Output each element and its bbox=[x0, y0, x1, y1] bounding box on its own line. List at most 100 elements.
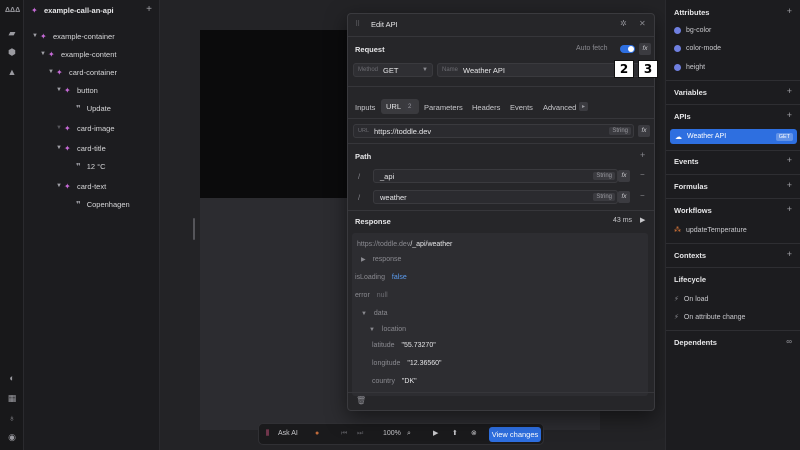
tree-item-card-image[interactable]: ▼ ✦ card-image bbox=[56, 121, 115, 135]
component-icon: ✦ bbox=[56, 67, 63, 77]
zoom-level[interactable]: 100% bbox=[383, 429, 401, 439]
toggle-knob bbox=[628, 46, 634, 52]
add-variable-icon[interactable]: + bbox=[787, 86, 792, 96]
location-node[interactable]: ▼ location bbox=[369, 326, 406, 333]
add-formula-icon[interactable]: + bbox=[787, 180, 792, 190]
attributes-title: Attributes bbox=[674, 8, 710, 17]
workflows-title: Workflows bbox=[674, 206, 712, 215]
undo-icon[interactable]: ⏮ bbox=[341, 429, 347, 439]
add-icon[interactable]: + bbox=[146, 4, 152, 15]
attribute-item[interactable]: color-mode bbox=[674, 45, 721, 52]
play-icon[interactable]: ▶ bbox=[640, 216, 645, 224]
view-changes-button[interactable]: View changes bbox=[489, 427, 541, 442]
remove-path-icon[interactable]: − bbox=[640, 191, 645, 200]
lifecycle-item-onload[interactable]: ⚡ On load bbox=[674, 295, 708, 304]
longitude-node: longitude "12.36560" bbox=[372, 360, 442, 367]
api-item-weather[interactable]: ☁ Weather API GET bbox=[670, 129, 797, 144]
caret-down-icon: ▼ bbox=[361, 311, 367, 317]
response-node[interactable]: ▶ response bbox=[361, 256, 401, 263]
debug-icon[interactable]: ✲ bbox=[620, 19, 627, 28]
palette-icon[interactable]: ◐ bbox=[7, 373, 17, 383]
caret-down-icon[interactable]: ▼ bbox=[56, 125, 64, 131]
tree-item-card-container[interactable]: ▼ ✦ card-container bbox=[48, 65, 117, 79]
attribute-item[interactable]: bg-color bbox=[674, 27, 711, 34]
package-icon[interactable]: ⬢ bbox=[7, 47, 17, 57]
close-icon[interactable]: ✕ bbox=[639, 19, 646, 28]
add-context-icon[interactable]: + bbox=[787, 249, 792, 259]
play-icon[interactable]: ▶ bbox=[433, 429, 438, 439]
workflow-item[interactable]: ⁂ updateTemperature bbox=[674, 226, 747, 235]
formulas-title: Formulas bbox=[674, 182, 708, 191]
tree-item-text-update[interactable]: ❞ Update bbox=[76, 101, 111, 115]
path-segment-field[interactable]: weather String bbox=[373, 190, 618, 204]
tab-url[interactable]: URL 2 bbox=[381, 99, 420, 114]
redo-icon[interactable]: ⏭ bbox=[357, 429, 363, 439]
divider bbox=[348, 118, 654, 119]
method-select[interactable]: Method GET ▼ bbox=[353, 63, 433, 77]
component-icon: ✦ bbox=[64, 123, 71, 133]
caret-right-icon[interactable]: ▸ bbox=[579, 102, 589, 111]
caret-down-icon[interactable]: ▼ bbox=[56, 145, 64, 151]
project-name[interactable]: example-call-an-api bbox=[44, 6, 114, 15]
folder-icon[interactable]: ▰ bbox=[7, 28, 17, 38]
path-segment-field[interactable]: _api String bbox=[373, 169, 618, 183]
upload-icon[interactable]: ⬆ bbox=[452, 429, 458, 439]
url-formula-button[interactable]: fx bbox=[638, 125, 650, 137]
help-icon[interactable]: ◉ bbox=[7, 432, 17, 442]
add-api-icon[interactable]: + bbox=[787, 110, 792, 120]
attribute-item[interactable]: height bbox=[674, 64, 705, 71]
trash-icon[interactable]: 🗑 bbox=[356, 396, 366, 405]
tree-item-example-container[interactable]: ▼ ✦ example-container bbox=[32, 29, 115, 43]
url-field[interactable]: URL https://toddle.dev String bbox=[353, 124, 634, 138]
auto-fetch-toggle[interactable] bbox=[620, 45, 635, 53]
component-icon: ✦ bbox=[31, 6, 38, 15]
tree-item-example-content[interactable]: ▼ ✦ example-content bbox=[40, 47, 116, 61]
divider bbox=[666, 330, 800, 331]
data-node[interactable]: ▼ data bbox=[361, 310, 388, 317]
path-formula-button[interactable]: fx bbox=[618, 191, 630, 203]
request-section-title: Request bbox=[355, 45, 385, 54]
tree-item-card-text[interactable]: ▼ ✦ card-text bbox=[56, 179, 106, 193]
tab-inputs[interactable]: Inputs bbox=[355, 103, 375, 112]
path-formula-button[interactable]: fx bbox=[618, 170, 630, 182]
add-event-icon[interactable]: + bbox=[787, 155, 792, 165]
auto-fetch-formula-button[interactable]: fx bbox=[639, 43, 651, 55]
warning-icon[interactable]: ▲ bbox=[7, 67, 17, 77]
tab-parameters[interactable]: Parameters bbox=[424, 103, 463, 112]
add-workflow-icon[interactable]: + bbox=[787, 204, 792, 214]
url-label: URL bbox=[358, 128, 370, 134]
caret-down-icon[interactable]: ▼ bbox=[48, 69, 56, 75]
tree-item-card-title[interactable]: ▼ ✦ card-title bbox=[56, 141, 106, 155]
drag-handle-icon[interactable]: ⠿ bbox=[355, 20, 360, 28]
lifecycle-item-onattribute[interactable]: ⚡ On attribute change bbox=[674, 313, 745, 322]
ask-ai-button[interactable]: Ask AI bbox=[278, 429, 298, 439]
grid-icon[interactable]: ▦ bbox=[7, 393, 17, 403]
lightning-icon: ⚡ bbox=[674, 296, 679, 303]
divider bbox=[666, 198, 800, 199]
caret-down-icon[interactable]: ▼ bbox=[40, 51, 48, 57]
annotation-badge-3: 3 bbox=[638, 60, 658, 78]
edit-api-modal: ⠿ Edit API ✲ ✕ Request Auto fetch fx Met… bbox=[347, 13, 655, 411]
error-node: error null bbox=[355, 292, 388, 299]
close-circle-icon[interactable]: ⊗ bbox=[471, 429, 477, 439]
caret-down-icon[interactable]: ▼ bbox=[56, 183, 64, 189]
path-segment-value: _api bbox=[380, 171, 395, 181]
bulb-icon[interactable]: ♁ bbox=[7, 413, 17, 423]
isloading-node: isLoading false bbox=[355, 274, 407, 281]
add-attribute-icon[interactable]: + bbox=[787, 6, 792, 16]
caret-down-icon[interactable]: ▼ bbox=[56, 87, 64, 93]
resize-handle[interactable] bbox=[193, 218, 195, 240]
remove-path-icon[interactable]: − bbox=[640, 170, 645, 179]
caret-down-icon[interactable]: ▼ bbox=[32, 33, 40, 39]
path-separator: / bbox=[358, 172, 361, 181]
tab-headers[interactable]: Headers bbox=[472, 103, 500, 112]
quote-icon: ❞ bbox=[76, 199, 81, 209]
logo-icon[interactable]: ΔΔΔ bbox=[5, 6, 20, 16]
add-path-icon[interactable]: + bbox=[640, 150, 645, 160]
tab-events[interactable]: Events bbox=[510, 103, 533, 112]
tab-advanced[interactable]: Advanced bbox=[543, 103, 576, 112]
tree-item-button[interactable]: ▼✦button ⚡ bbox=[56, 83, 176, 97]
zoom-icon[interactable]: ⌕ bbox=[407, 429, 411, 439]
link-icon[interactable]: ∞ bbox=[786, 337, 792, 346]
auto-fetch-label: Auto fetch bbox=[576, 45, 608, 52]
